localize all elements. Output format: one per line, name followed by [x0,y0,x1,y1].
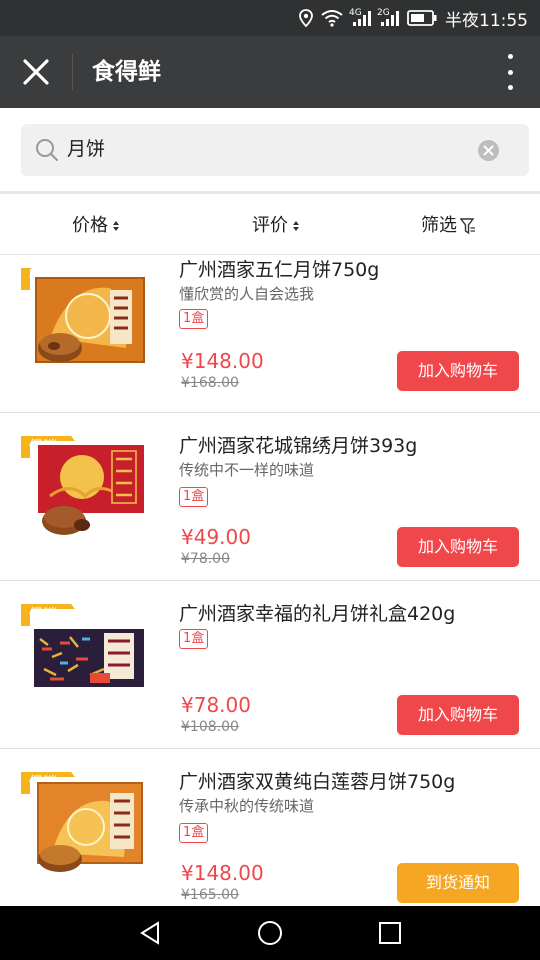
location-icon [299,9,313,27]
unit-badge: 1盒 [179,629,209,649]
product-item[interactable]: 促销 广州酒家双黄纯白莲蓉月饼750g 传承中秋的传统味道 1盒 ¥148.00… [0,749,540,906]
product-image [30,777,146,877]
app-bar: 食得鲜 [0,36,540,108]
network-type-2: 2G [377,7,390,18]
back-button[interactable] [120,906,180,960]
close-icon [23,59,49,85]
more-vert-icon [507,54,513,59]
unit-badge: 1盒 [179,487,209,507]
home-button[interactable] [240,906,300,960]
filter-icon [460,217,475,234]
battery-icon [407,10,437,26]
product-name[interactable]: 广州酒家五仁月饼750g [179,255,379,282]
product-desc: 传统中不一样的味道 [179,461,315,479]
signal-icon-1: 4G [349,7,371,27]
clock: 半夜11:55 [445,10,528,31]
unit-badge: 1盒 [179,823,209,843]
back-icon [140,921,159,945]
product-desc: 传承中秋的传统味道 [179,797,315,815]
product-name[interactable]: 广州酒家幸福的礼月饼礼盒420g [179,599,455,626]
product-item[interactable]: 促销 广州酒家五仁月饼750g 懂欣赏的人自会选我 1盒 ¥148.00 ¥16… [0,255,540,413]
unit-badge: 1盒 [179,309,209,329]
search-input[interactable]: 月饼 [21,124,529,176]
sort-arrows-icon [113,221,119,231]
network-type-1: 4G [349,7,362,18]
signal-icon-2: 2G [377,7,399,27]
filter-button[interactable]: 筛选 [421,197,476,255]
status-bar: 4G 2G 半夜11:55 [0,0,540,36]
notify-arrival-button[interactable]: 到货通知 [397,863,519,903]
sort-rating-label: 评价 [252,215,288,236]
product-price: ¥49.00 [181,525,251,549]
clear-button[interactable] [478,140,499,161]
product-image [30,268,146,368]
sort-rating[interactable]: 评价 [252,197,299,255]
product-item[interactable]: 促销 广州酒家花城锦绣月饼393g 传统中不一样的味道 1盒 ¥49.00 ¥7… [0,413,540,581]
app-bar-divider [72,54,73,90]
product-price: ¥148.00 [181,861,264,885]
product-list: 促销 广州酒家五仁月饼750g 懂欣赏的人自会选我 1盒 ¥148.00 ¥16… [0,255,540,906]
sort-bar: 价格 评价 筛选 [0,197,540,255]
recents-button[interactable] [360,906,420,960]
product-name[interactable]: 广州酒家花城锦绣月饼393g [179,431,417,458]
product-original-price: ¥168.00 [181,375,239,391]
product-desc: 懂欣赏的人自会选我 [179,285,315,303]
system-nav-bar [0,906,540,960]
sort-price-label: 价格 [72,215,108,236]
search-icon [36,139,58,161]
recents-icon [379,922,401,944]
product-image [30,441,146,541]
product-price: ¥148.00 [181,349,264,373]
page-title: 食得鲜 [92,59,161,85]
sort-arrows-icon [293,221,299,231]
more-button[interactable] [502,54,518,90]
search-area: 月饼 [0,108,540,194]
add-to-cart-button[interactable]: 加入购物车 [397,527,519,567]
product-original-price: ¥78.00 [181,551,230,567]
add-to-cart-button[interactable]: 加入购物车 [397,351,519,391]
product-image [30,609,146,709]
home-icon [258,921,282,945]
product-name[interactable]: 广州酒家双黄纯白莲蓉月饼750g [179,767,455,794]
product-price: ¥78.00 [181,693,251,717]
wifi-icon [321,9,343,27]
filter-label: 筛选 [421,215,457,236]
product-original-price: ¥108.00 [181,719,239,735]
clear-icon [483,145,494,156]
search-query: 月饼 [67,138,106,160]
sort-price[interactable]: 价格 [72,197,119,255]
product-original-price: ¥165.00 [181,887,239,903]
close-button[interactable] [18,54,54,90]
add-to-cart-button[interactable]: 加入购物车 [397,695,519,735]
product-item[interactable]: 促销 广州酒家幸福的礼月饼礼盒420g 1盒 ¥78.00 ¥108.00 加入… [0,581,540,749]
